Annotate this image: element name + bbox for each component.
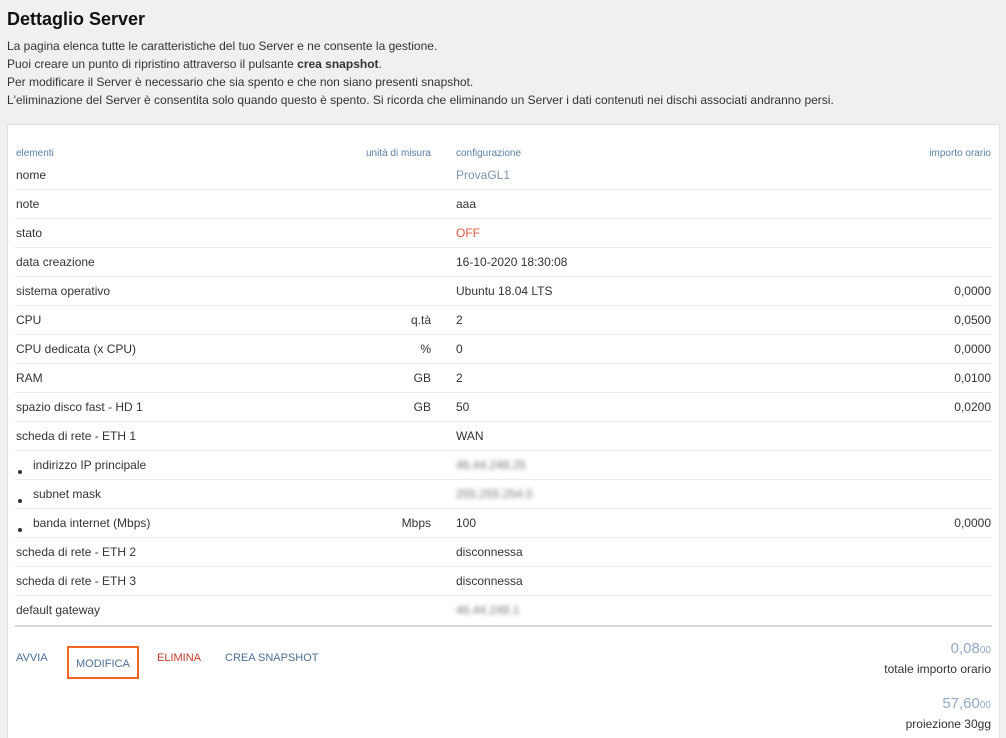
modifica-button[interactable]: MODIFICA (67, 646, 139, 679)
projection-total: 57,6000 proiezione 30gg (906, 695, 991, 731)
row-unit: % (420, 342, 431, 356)
table-row: scheda di rete - ETH 2 disconnessa (15, 538, 992, 567)
row-element: stato (16, 226, 43, 240)
row-configuration: 0 (456, 342, 463, 356)
row-configuration: disconnessa (456, 545, 523, 559)
row-unit: GB (413, 400, 431, 414)
table-row: sistema operativo Ubuntu 18.04 LTS 0,0000 (15, 277, 992, 306)
intro-line-1: La pagina elenca tutte le caratteristich… (7, 39, 438, 53)
table-row: data creazione 16-10-2020 18:30:08 (15, 248, 992, 277)
intro-text: La pagina elenca tutte le caratteristich… (7, 37, 834, 109)
intro-line-2-bold: crea snapshot (297, 57, 379, 71)
table-row: CPU dedicata (x CPU)% 0 0,0000 (15, 335, 992, 364)
header-elementi: elementi (16, 148, 54, 159)
projection-amount: 57,6000 (906, 695, 991, 715)
row-configuration: ProvaGL1 (456, 168, 511, 182)
header-unita: unità di misura (365, 148, 431, 159)
header-configurazione: configurazione (456, 148, 522, 159)
row-element: scheda di rete - ETH 3 (16, 574, 137, 588)
table-row: spazio disco fast - HD 1 GB 50 0,0200 (15, 393, 992, 422)
avvia-button[interactable]: AVVIA (16, 652, 48, 664)
hourly-total-dec: 00 (979, 645, 991, 656)
header-importo: importo orario (929, 148, 991, 159)
row-unit: q.tà (410, 313, 431, 327)
table-row: CPU q.tà 2 0,0500 (15, 306, 992, 335)
row-price: 0,0000 (954, 284, 991, 298)
row-element: RAM (16, 371, 43, 385)
projection-label: proiezione 30gg (905, 717, 991, 731)
row-element: default gateway (16, 603, 101, 617)
hourly-total-amount: 0,0800 (884, 640, 991, 660)
row-configuration: 46.44.248.1 (456, 603, 520, 617)
row-configuration: 100 (456, 516, 477, 530)
row-unit: GB (413, 371, 431, 385)
row-element: subnet mask (16, 487, 101, 501)
intro-line-3: Per modificare il Server è necessario ch… (7, 75, 474, 89)
table-row: RAM GB 2 0,0100 (15, 364, 992, 393)
row-element: scheda di rete - ETH 1 (16, 429, 137, 443)
table-row: scheda di rete - ETH 3 disconnessa (15, 567, 992, 596)
row-price: 0,0200 (954, 400, 991, 414)
row-element: scheda di rete - ETH 2 (16, 545, 137, 559)
row-element: CPU (16, 313, 42, 327)
table-row: stato OFF (15, 219, 992, 248)
row-element: note (16, 197, 40, 211)
row-element: data creazione (16, 255, 95, 269)
row-price: 0,0000 (954, 516, 991, 530)
table-row: note aaa (15, 190, 992, 219)
table-row: scheda di rete - ETH 1 WAN (15, 422, 992, 451)
row-configuration: 2 (456, 371, 463, 385)
row-configuration: OFF (456, 226, 480, 240)
row-configuration: WAN (456, 429, 484, 443)
row-price: 0,0100 (954, 371, 991, 385)
table-row: default gateway 46.44.248.1 (15, 596, 992, 625)
intro-line-2-text: Puoi creare un punto di ripristino attra… (7, 57, 298, 71)
row-element: nome (16, 168, 47, 182)
server-detail-card: elementi unità di misura configurazione … (7, 124, 1000, 738)
row-configuration: 255.255.254.0 (456, 487, 533, 501)
row-element: banda internet (Mbps) (16, 516, 150, 530)
intro-line-4: L'eliminazione del Server è consentita s… (7, 93, 834, 107)
row-configuration: 2 (456, 313, 463, 327)
row-element: CPU dedicata (x CPU) (16, 342, 137, 356)
table-row: indirizzo IP principale 46.44.248.25 (15, 451, 992, 480)
row-configuration: 16-10-2020 18:30:08 (456, 255, 568, 269)
projection-dec: 00 (979, 700, 991, 711)
row-element: spazio disco fast - HD 1 (16, 400, 143, 414)
row-unit: Mbps (401, 516, 431, 530)
row-configuration: 46.44.248.25 (456, 458, 527, 472)
hourly-total: 0,0800 totale importo orario (884, 640, 991, 676)
row-configuration: disconnessa (456, 574, 523, 588)
table-header: elementi unità di misura configurazione … (15, 147, 992, 161)
row-configuration: Ubuntu 18.04 LTS (456, 284, 553, 298)
row-price: 0,0500 (954, 313, 991, 327)
hourly-total-label: totale importo orario (884, 662, 991, 676)
table-row: subnet mask 255.255.254.0 (15, 480, 992, 509)
intro-line-2-after: . (378, 57, 382, 71)
elimina-button[interactable]: ELIMINA (157, 652, 201, 664)
row-configuration: aaa (456, 197, 477, 211)
row-price: 0,0000 (954, 342, 991, 356)
row-element: sistema operativo (16, 284, 111, 298)
table-row: banda internet (Mbps) Mbps 100 0,0000 (15, 509, 992, 538)
row-configuration: 50 (456, 400, 470, 414)
page-title: Dettaglio Server (7, 9, 146, 29)
detail-table: nome ProvaGL1 note aaa stato OFF data creazion… (15, 161, 992, 627)
crea-snapshot-button[interactable]: CREA SNAPSHOT (225, 652, 319, 664)
intro-line-2: Puoi creare un punto di ripristino attra… (7, 55, 834, 73)
table-row: nome ProvaGL1 (15, 161, 992, 190)
row-element: indirizzo IP principale (16, 458, 146, 472)
hourly-total-int: 0,08 (950, 640, 980, 657)
projection-int: 57,60 (942, 695, 980, 712)
